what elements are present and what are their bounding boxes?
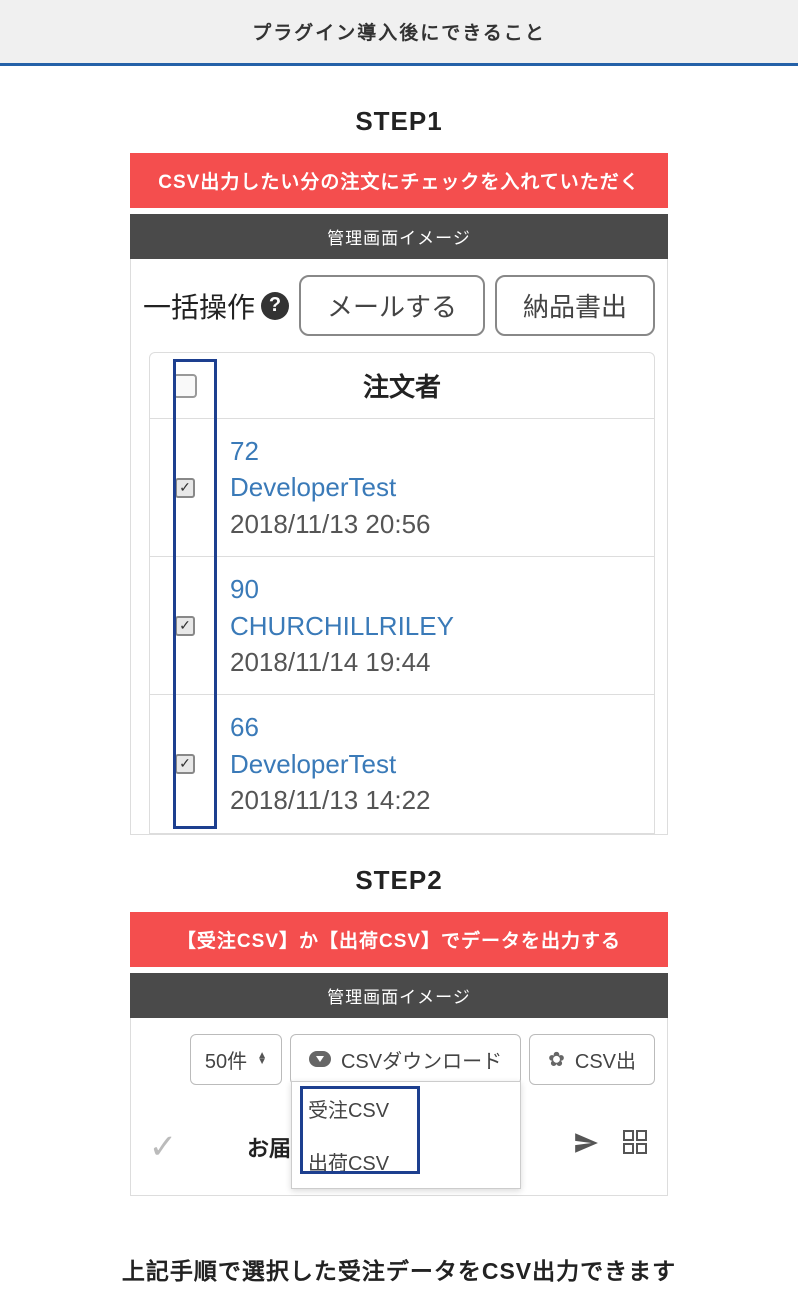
order-date: 2018/11/13 20:56 <box>230 506 654 542</box>
step2-admin-label: 管理画面イメージ <box>130 973 668 1018</box>
order-name[interactable]: CHURCHILLRILEY <box>230 608 654 644</box>
dropdown-item-order-csv[interactable]: 受注CSV <box>292 1082 520 1135</box>
step1-admin-panel: 一括操作 ? メールする 納品書出 注文者 ✓ 72 DeveloperTest <box>130 259 668 835</box>
step1-heading: STEP1 <box>130 106 668 137</box>
slip-button[interactable]: 納品書出 <box>495 275 655 336</box>
order-id[interactable]: 90 <box>230 571 654 607</box>
step1-admin-label: 管理画面イメージ <box>130 214 668 259</box>
grid-icon[interactable] <box>623 1130 647 1154</box>
orderer-header: 注文者 <box>220 367 654 404</box>
order-list: 注文者 ✓ 72 DeveloperTest 2018/11/13 20:56 … <box>149 352 655 834</box>
csv-dropdown: 受注CSV 出荷CSV <box>291 1081 521 1189</box>
check-icon: ✓ <box>143 1127 183 1167</box>
header-checkbox-col <box>150 374 220 398</box>
order-info: 90 CHURCHILLRILEY 2018/11/14 19:44 <box>220 571 654 680</box>
csv-settings-button[interactable]: ✿ CSV出 <box>529 1034 655 1085</box>
table-row: ✓ 90 CHURCHILLRILEY 2018/11/14 19:44 <box>150 557 654 695</box>
order-id[interactable]: 66 <box>230 709 654 745</box>
help-icon[interactable]: ? <box>261 292 289 320</box>
per-page-select[interactable]: 50件 ▲▼ <box>190 1034 282 1085</box>
row-actions <box>573 1130 655 1163</box>
bulk-action-row: 一括操作 ? メールする 納品書出 <box>131 259 667 352</box>
cloud-download-icon <box>309 1051 331 1067</box>
bulk-text: 一括操作 <box>143 286 255 326</box>
bulk-label: 一括操作 ? <box>143 286 289 326</box>
mail-button[interactable]: メールする <box>299 275 485 336</box>
order-date: 2018/11/14 19:44 <box>230 644 654 680</box>
step2-heading: STEP2 <box>130 865 668 896</box>
top-banner: プラグイン導入後にできること <box>0 0 798 66</box>
select-all-checkbox[interactable] <box>173 374 197 398</box>
row-checkbox[interactable]: ✓ <box>175 616 195 636</box>
csv-download-button[interactable]: CSVダウンロード 受注CSV 出荷CSV <box>290 1034 521 1085</box>
order-name[interactable]: DeveloperTest <box>230 469 654 505</box>
row-checkbox[interactable]: ✓ <box>175 478 195 498</box>
dropdown-item-ship-csv[interactable]: 出荷CSV <box>292 1135 520 1188</box>
controls-row: 50件 ▲▼ CSVダウンロード 受注CSV 出荷CSV ✿ CSV出 <box>143 1034 655 1085</box>
send-icon[interactable] <box>573 1130 599 1163</box>
list-header: 注文者 <box>150 353 654 419</box>
table-row: ✓ 66 DeveloperTest 2018/11/13 14:22 <box>150 695 654 832</box>
step2-instruction: 【受注CSV】か【出荷CSV】でデータを出力する <box>130 912 668 967</box>
order-date: 2018/11/13 14:22 <box>230 782 654 818</box>
step2-section: STEP2 【受注CSV】か【出荷CSV】でデータを出力する 管理画面イメージ … <box>0 855 798 1216</box>
step2-admin-panel: 50件 ▲▼ CSVダウンロード 受注CSV 出荷CSV ✿ CSV出 ✓ お <box>130 1018 668 1196</box>
per-page-value: 50件 <box>205 1045 247 1074</box>
gear-icon: ✿ <box>548 1047 565 1072</box>
row-checkbox[interactable]: ✓ <box>175 754 195 774</box>
order-id[interactable]: 72 <box>230 433 654 469</box>
step1-section: STEP1 CSV出力したい分の注文にチェックを入れていただく 管理画面イメージ… <box>0 66 798 855</box>
footer-text: 上記手順で選択した受注データをCSV出力できます <box>0 1216 798 1316</box>
table-row: ✓ 72 DeveloperTest 2018/11/13 20:56 <box>150 419 654 557</box>
sort-icon: ▲▼ <box>257 1053 267 1065</box>
order-info: 72 DeveloperTest 2018/11/13 20:56 <box>220 433 654 542</box>
step1-instruction: CSV出力したい分の注文にチェックを入れていただく <box>130 153 668 208</box>
csv-download-label: CSVダウンロード <box>341 1045 502 1074</box>
order-info: 66 DeveloperTest 2018/11/13 14:22 <box>220 709 654 818</box>
order-name[interactable]: DeveloperTest <box>230 746 654 782</box>
csv-out-label: CSV出 <box>575 1045 636 1074</box>
